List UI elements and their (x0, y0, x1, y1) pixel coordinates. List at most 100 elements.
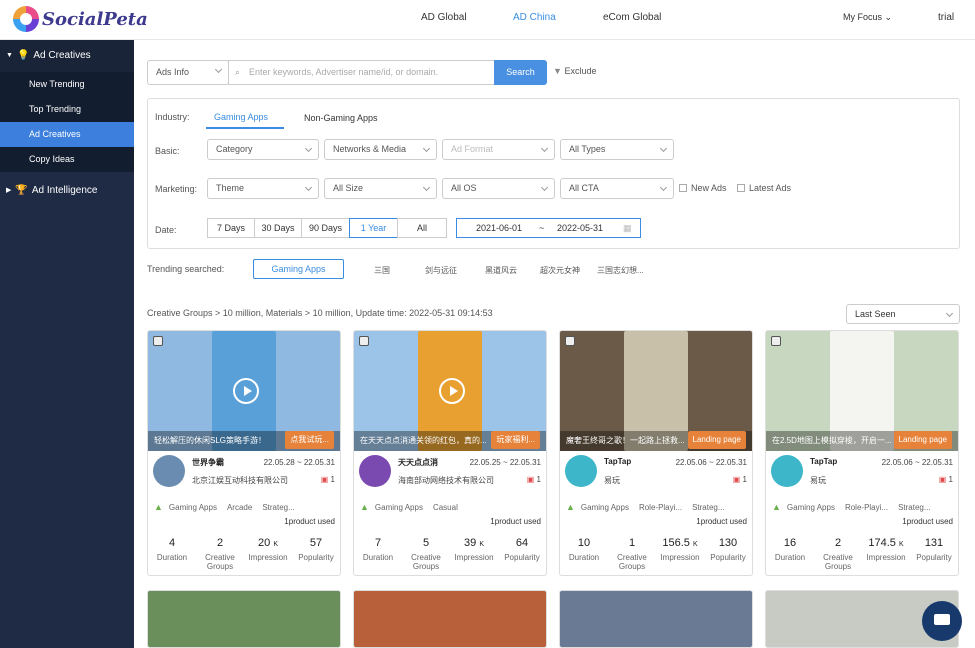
stat-creative-groups: 2 Creative Groups (205, 537, 235, 571)
theme-select[interactable]: Theme (207, 178, 319, 199)
nav-ad-china[interactable]: AD China (513, 12, 556, 23)
creative-card-partial[interactable] (353, 590, 547, 648)
networks-media-select[interactable]: Networks & Media (324, 139, 437, 160)
product-used: 1product used (696, 517, 747, 526)
creative-card-partial[interactable] (559, 590, 753, 648)
search-button[interactable]: Search (494, 60, 547, 85)
date-range-picker[interactable]: 2021-06-01 ~ 2022-05-31 ▦ (456, 218, 641, 238)
trending-tag[interactable]: 三国 (374, 265, 390, 276)
creative-card[interactable]: 在天天点点消通关领的红包，真的... 玩家福利... 天天点点消 22.05.2… (353, 330, 547, 576)
creative-card[interactable]: 在2.5D地图上模拟穿梭，开启一... Landing page TapTap … (765, 330, 959, 576)
stat-popularity: 64 Popularity (504, 537, 540, 562)
app-name[interactable]: 世界争霸 (192, 457, 224, 468)
stat-creative-groups: 2 Creative Groups (823, 537, 853, 571)
sidebar-item-copy-ideas[interactable]: Copy Ideas (0, 147, 134, 172)
android-icon: ▲ (566, 502, 575, 512)
date-1-year[interactable]: 1 Year (349, 218, 398, 238)
creative-thumbnail[interactable]: 在2.5D地图上模拟穿梭，开启一... Landing page (766, 331, 958, 451)
stat-impression: 174.5 K Impression (866, 537, 906, 562)
ad-format-select[interactable]: Ad Format (442, 139, 555, 160)
nav-ecom-global[interactable]: eCom Global (603, 12, 661, 23)
advertiser-name: 北京江娱互动科技有限公司 (192, 476, 288, 485)
creative-thumbnail[interactable]: 在天天点点消通关领的红包，真的... 玩家福利... (354, 331, 546, 451)
logo[interactable]: SocialPeta (13, 6, 148, 32)
advertiser-name: 易玩 (810, 476, 826, 485)
category-tags: ▲ Gaming Apps Casual (360, 502, 458, 512)
calendar-icon: ▦ (623, 223, 632, 233)
sidebar-item-ad-creatives[interactable]: Ad Creatives (0, 122, 134, 147)
stat-popularity: 130 Popularity (710, 537, 746, 562)
results-summary: Creative Groups > 10 million, Materials … (147, 308, 493, 318)
nav-ad-global[interactable]: AD Global (421, 12, 467, 23)
sidebar-section-ad-intelligence[interactable]: ▶ 🏆 Ad Intelligence (0, 175, 134, 207)
stat-duration: 16 Duration (774, 537, 806, 562)
stat-popularity: 131 Popularity (916, 537, 952, 562)
sidebar-section-ad-creatives[interactable]: ▼ 💡 Ad Creatives (0, 40, 134, 72)
date-7-days[interactable]: 7 Days (207, 218, 255, 238)
platform-icon: ▣ (938, 475, 947, 484)
stat-creative-groups: 1 Creative Groups (617, 537, 647, 571)
creative-card[interactable]: 轻松解压的休闲SLG策略手游！ 点我试玩... 世界争霸 22.05.28 ~ … (147, 330, 341, 576)
play-icon[interactable] (439, 378, 465, 404)
creative-card-partial[interactable] (147, 590, 341, 648)
platform-count: ▣ 1 (732, 475, 747, 484)
cta-tag: Landing page (893, 431, 952, 449)
chat-icon[interactable] (922, 601, 962, 641)
creative-thumbnail[interactable]: 轻松解压的休闲SLG策略手游！ 点我试玩... (148, 331, 340, 451)
trending-tag[interactable]: 超次元女神 (540, 265, 580, 276)
trending-tag[interactable]: 三国志幻想... (597, 265, 644, 276)
trending-tag-gaming-apps[interactable]: Gaming Apps (253, 259, 344, 279)
stat-creative-groups: 5 Creative Groups (411, 537, 441, 571)
chevron-down-icon (304, 183, 313, 192)
product-used: 1product used (490, 517, 541, 526)
trending-tag[interactable]: 剑与远征 (425, 265, 457, 276)
app-icon[interactable] (771, 455, 803, 487)
trending-tag[interactable]: 黑道风云 (485, 265, 517, 276)
os-select[interactable]: All OS (442, 178, 555, 199)
checkbox-icon (737, 184, 745, 192)
cta-tag: Landing page (687, 431, 746, 449)
app-name[interactable]: 天天点点消 (398, 457, 438, 468)
my-focus-menu[interactable]: My Focus ⌄ (843, 12, 892, 23)
creative-card[interactable]: 魔奢王终哥之歌！一起路上拯救... Landing page TapTap 22… (559, 330, 753, 576)
date-90-days[interactable]: 90 Days (301, 218, 350, 238)
creative-thumbnail[interactable]: 魔奢王终哥之歌！一起路上拯救... Landing page (560, 331, 752, 451)
app-icon[interactable] (153, 455, 185, 487)
filter-icon: ▼ (553, 66, 562, 76)
active-tab-underline (206, 127, 284, 129)
all-types-select[interactable]: All Types (560, 139, 674, 160)
advertiser-name: 海南部动网络技术有限公司 (398, 476, 494, 485)
category-select[interactable]: Category (207, 139, 319, 160)
android-icon: ▲ (154, 502, 163, 512)
chevron-down-icon (659, 183, 668, 192)
cta-select[interactable]: All CTA (560, 178, 674, 199)
size-select[interactable]: All Size (324, 178, 437, 199)
date-label: Date: (155, 225, 177, 235)
sort-select[interactable]: Last Seen (846, 304, 960, 324)
play-icon[interactable] (233, 378, 259, 404)
app-name[interactable]: TapTap (604, 457, 631, 466)
app-icon[interactable] (565, 455, 597, 487)
date-range: 22.05.06 ~ 22.05.31 (675, 458, 747, 467)
card-stats: 10 Duration 1 Creative Groups 156.5 K Impress… (560, 537, 752, 571)
search-type-select[interactable]: Ads Info (147, 60, 229, 85)
top-bar: SocialPeta AD Global AD China eCom Globa… (0, 0, 975, 40)
user-menu[interactable]: trial (938, 12, 954, 23)
tab-gaming-apps[interactable]: Gaming Apps (214, 112, 268, 122)
stat-duration: 10 Duration (568, 537, 600, 562)
card-stats: 4 Duration 2 Creative Groups 20 K Impression 5… (148, 537, 340, 571)
exclude-toggle[interactable]: ▼ Exclude (553, 66, 596, 76)
app-icon[interactable] (359, 455, 391, 487)
new-ads-checkbox[interactable]: New Ads (679, 183, 727, 193)
latest-ads-checkbox[interactable]: Latest Ads (737, 183, 791, 193)
search-input[interactable]: ⌕ Enter keywords, Advertiser name/id, or… (228, 60, 495, 85)
sidebar-item-top-trending[interactable]: Top Trending (0, 97, 134, 122)
category-tags: ▲ Gaming Apps Arcade Strateg... (154, 502, 295, 512)
tab-non-gaming-apps[interactable]: Non-Gaming Apps (304, 113, 378, 123)
date-30-days[interactable]: 30 Days (254, 218, 302, 238)
caret-right-icon: ▶ (6, 187, 12, 194)
sidebar-item-new-trending[interactable]: New Trending (0, 72, 134, 97)
caret-down-icon: ▼ (6, 52, 13, 59)
app-name[interactable]: TapTap (810, 457, 837, 466)
date-all[interactable]: All (397, 218, 447, 238)
